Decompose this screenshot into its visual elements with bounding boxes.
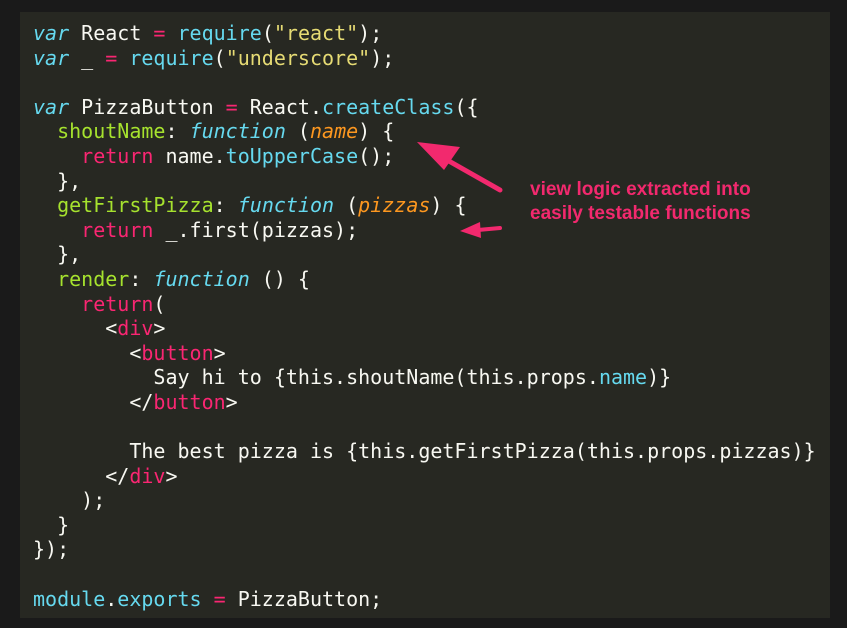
annotation-callout: view logic extracted into easily testabl… — [530, 178, 751, 226]
arrow-to-getFirstPizza-icon — [460, 222, 502, 238]
arrow-to-shoutName-icon — [417, 142, 503, 193]
annotation-arrows — [417, 142, 503, 238]
annotation-line-1: view logic extracted into — [530, 179, 751, 200]
annotation-line-2: easily testable functions — [530, 203, 751, 224]
